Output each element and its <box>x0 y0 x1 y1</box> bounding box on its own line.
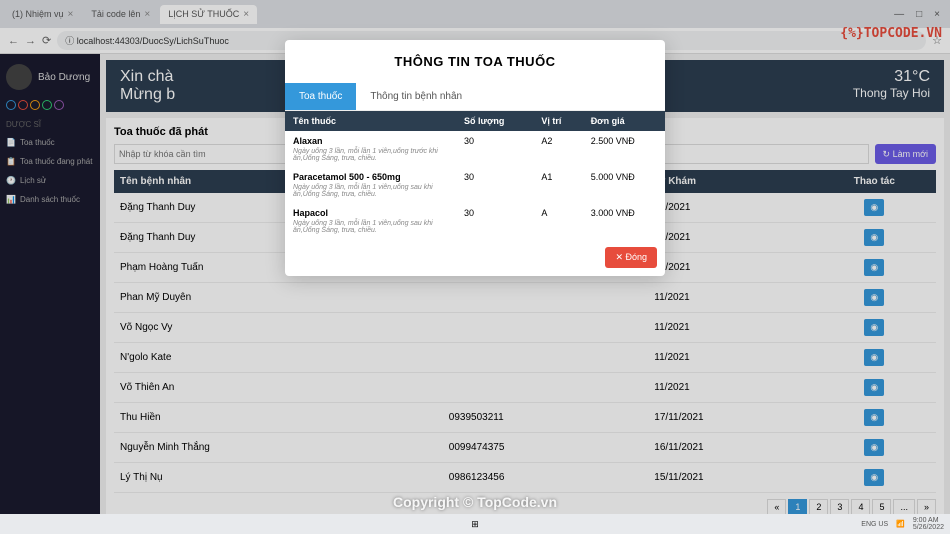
wifi-icon[interactable]: 📶 <box>896 520 905 528</box>
medicine-row: AlaxanNgày uống 3 lần, mỗi lần 1 viên,uố… <box>285 131 665 167</box>
taskbar: ⊞ ENG US 📶 9:00 AM5/26/2022 <box>0 514 950 534</box>
modal-title: THÔNG TIN TOA THUỐC <box>285 40 665 83</box>
medicine-table: Tên thuốc Số lượng Vị trí Đơn giá Alaxan… <box>285 111 665 239</box>
start-icon[interactable]: ⊞ <box>471 519 479 530</box>
medicine-row: HapacolNgày uống 3 lần, mỗi lần 1 viên,u… <box>285 203 665 239</box>
copyright-watermark: Copyright © TopCode.vn <box>393 494 557 510</box>
prescription-modal: THÔNG TIN TOA THUỐC Toa thuốc Thông tin … <box>285 40 665 276</box>
tab-toa-thuoc[interactable]: Toa thuốc <box>285 83 356 110</box>
tab-benh-nhan[interactable]: Thông tin bệnh nhân <box>356 83 476 110</box>
close-button[interactable]: ✕ Đóng <box>605 247 657 268</box>
modal-backdrop[interactable]: THÔNG TIN TOA THUỐC Toa thuốc Thông tin … <box>0 0 950 534</box>
medicine-row: Paracetamol 500 - 650mgNgày uống 3 lần, … <box>285 167 665 203</box>
